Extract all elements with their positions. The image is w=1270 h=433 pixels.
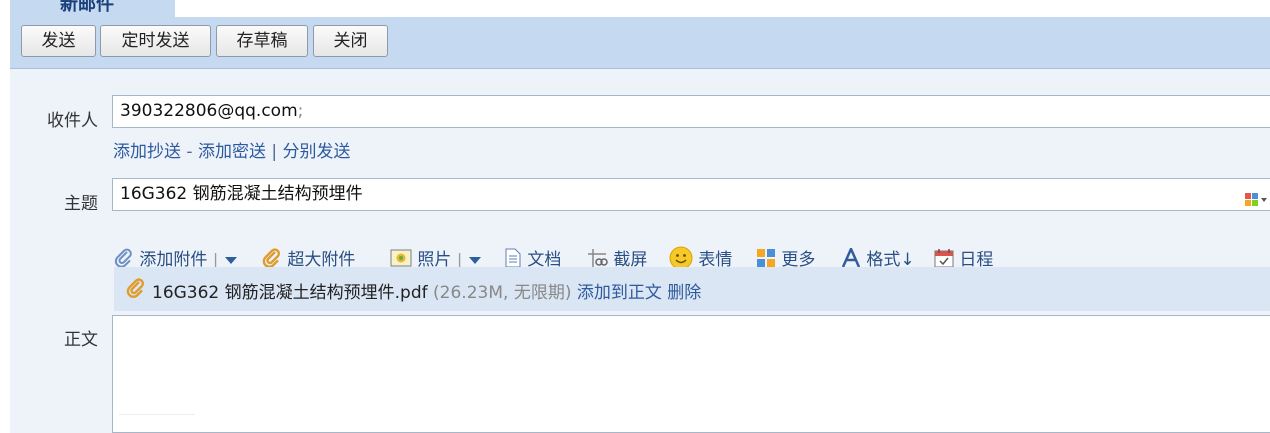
separate-send-link[interactable]: 分别发送: [283, 142, 351, 162]
body-label: 正文: [64, 330, 98, 350]
tab-new-mail[interactable]: 新邮件: [10, 0, 175, 17]
link-dash: -: [186, 142, 193, 162]
tab-title: 新邮件: [60, 0, 114, 15]
add-bcc-link[interactable]: 添加密送: [198, 142, 266, 162]
tab-bar: [10, 0, 1270, 17]
left-margin: [0, 0, 10, 433]
body-editor[interactable]: [112, 315, 1270, 433]
compose-form: 收件人 390322806@qq.com; 添加抄送 - 添加密送 | 分别发送…: [10, 69, 1270, 433]
subject-text: 16G362 钢筋混凝土结构预埋件: [120, 184, 363, 204]
add-cc-link[interactable]: 添加抄送: [113, 142, 181, 162]
link-pipe: |: [271, 142, 278, 162]
attachment-info: 16G362 钢筋混凝土结构预埋件.pdf (26.23M, 无限期) 添加到正…: [152, 278, 701, 303]
recipient-separator: ;: [297, 101, 304, 121]
attachment-file-row: 16G362 钢筋混凝土结构预埋件.pdf (26.23M, 无限期) 添加到正…: [114, 267, 1270, 311]
send-button[interactable]: 发送: [21, 25, 96, 57]
attached-file-paperclip-icon: [126, 278, 146, 303]
to-input[interactable]: 390322806@qq.com;: [112, 95, 1270, 128]
compose-toolbar: 发送 定时发送 存草稿 关闭: [10, 17, 1270, 69]
attachment-meta: (26.23M, 无限期): [433, 283, 572, 303]
to-label: 收件人: [47, 111, 98, 131]
close-button[interactable]: 关闭: [313, 25, 388, 57]
recipient-links: 添加抄送 - 添加密送 | 分别发送: [113, 137, 351, 162]
subject-input[interactable]: 16G362 钢筋混凝土结构预埋件: [112, 178, 1270, 211]
delete-attachment-link[interactable]: 删除: [667, 283, 701, 303]
add-to-body-link[interactable]: 添加到正文: [577, 283, 662, 303]
stationery-icon[interactable]: [1245, 187, 1269, 217]
recipient-address[interactable]: 390322806@qq.com: [120, 101, 298, 121]
save-draft-button[interactable]: 存草稿: [216, 25, 308, 57]
subject-label: 主题: [64, 194, 98, 214]
editor-caret-line: [119, 414, 195, 415]
scheduled-send-button[interactable]: 定时发送: [100, 25, 211, 57]
attachment-filename: 16G362 钢筋混凝土结构预埋件.pdf: [152, 283, 428, 303]
